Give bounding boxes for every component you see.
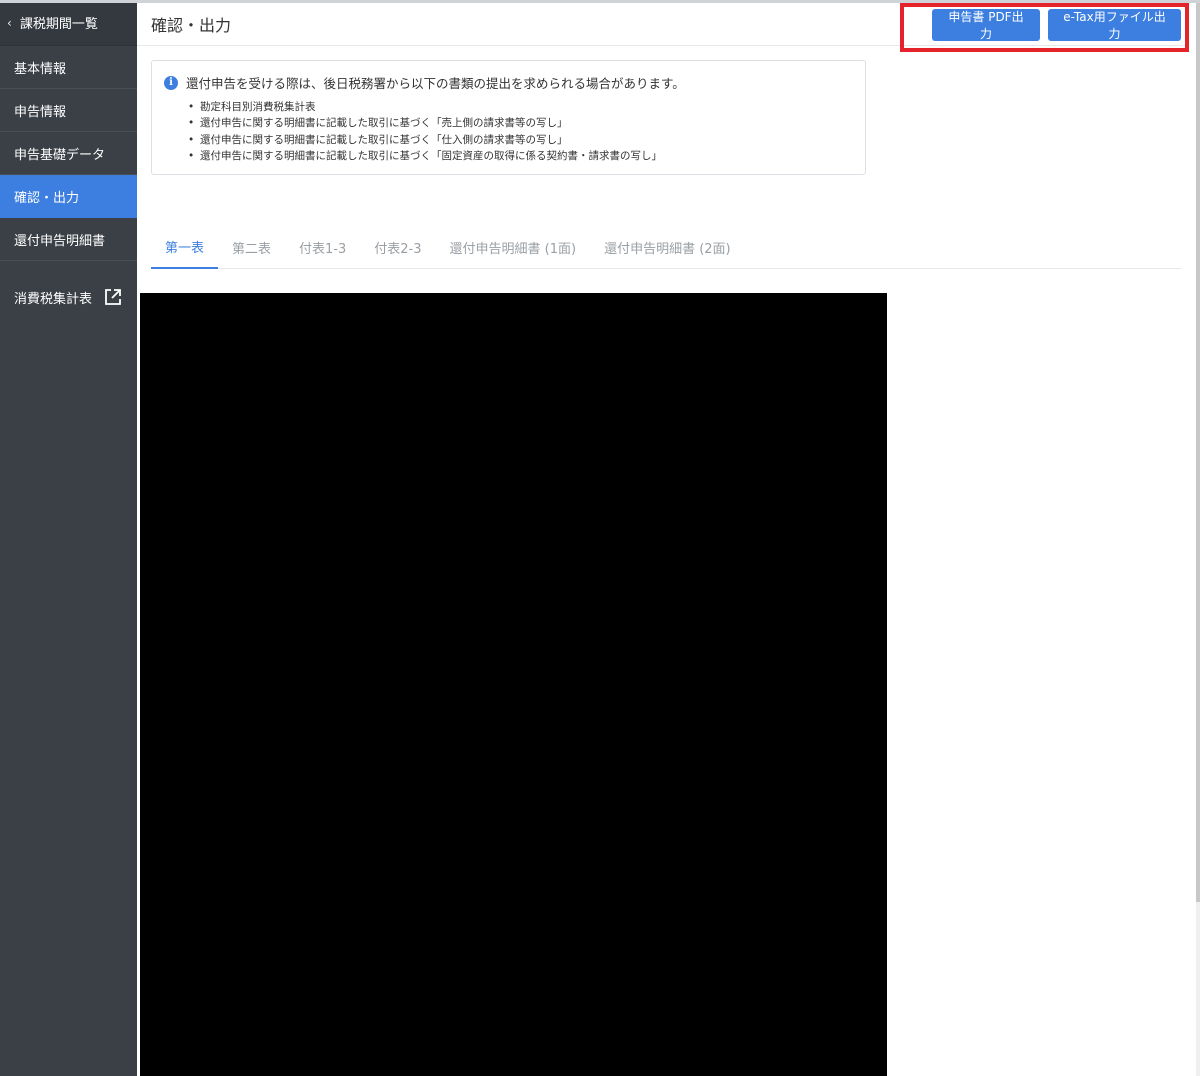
- sidebar-item-label: 確認・出力: [14, 190, 80, 206]
- external-link-icon: [104, 288, 122, 306]
- info-message: 還付申告を受ける際は、後日税務署から以下の書類の提出を求められる場合があります。: [186, 76, 685, 91]
- info-notice-header: i 還付申告を受ける際は、後日税務署から以下の書類の提出を求められる場合がありま…: [164, 73, 685, 92]
- tab-refund-statement-2[interactable]: 還付申告明細書 (2面): [590, 226, 745, 268]
- sidebar-item-basic-info[interactable]: 基本情報: [0, 46, 137, 89]
- sidebar: ‹ 課税期間一覧 基本情報 申告情報 申告基礎データ 確認・出力 還付申告明細書…: [0, 0, 137, 1076]
- page-scrollbar[interactable]: [1196, 0, 1200, 1076]
- chevron-left-icon: ‹: [7, 15, 12, 30]
- main-content: 確認・出力 申告書 PDF出力 e-Tax用ファイル出力 i 還付申告を受ける際…: [137, 0, 1200, 1076]
- list-item: 還付申告に関する明細書に記載した取引に基づく「仕入側の請求書等の写し」: [188, 132, 662, 149]
- sidebar-item-label: 還付申告明細書: [14, 233, 106, 249]
- top-border: [0, 0, 1200, 3]
- sidebar-item-label: 消費税集計表: [14, 291, 93, 307]
- tab-appendix-2-3[interactable]: 付表2-3: [360, 226, 435, 268]
- sidebar-item-filing-info[interactable]: 申告情報: [0, 89, 137, 132]
- sidebar-item-label: 基本情報: [14, 61, 67, 77]
- sidebar-item-label: 申告情報: [14, 104, 67, 120]
- sidebar-item-refund-statement[interactable]: 還付申告明細書: [0, 218, 137, 261]
- sidebar-item-filing-base-data[interactable]: 申告基礎データ: [0, 132, 137, 175]
- tab-refund-statement-1[interactable]: 還付申告明細書 (1面): [436, 226, 591, 268]
- document-preview: [140, 293, 887, 1076]
- page-title: 確認・出力: [151, 16, 232, 35]
- sidebar-back-label: 課税期間一覧: [19, 17, 98, 32]
- sidebar-back-link[interactable]: ‹ 課税期間一覧: [0, 0, 137, 46]
- info-document-list: 勘定科目別消費税集計表 還付申告に関する明細書に記載した取引に基づく「売上側の請…: [188, 99, 662, 164]
- info-icon: i: [164, 75, 178, 90]
- tab-form-2[interactable]: 第二表: [218, 226, 285, 268]
- page-header: 確認・出力 申告書 PDF出力 e-Tax用ファイル出力: [137, 3, 1187, 46]
- pdf-output-button[interactable]: 申告書 PDF出力: [932, 9, 1040, 41]
- list-item: 還付申告に関する明細書に記載した取引に基づく「売上側の請求書等の写し」: [188, 115, 662, 132]
- form-tabs: 第一表 第二表 付表1-3 付表2-3 還付申告明細書 (1面) 還付申告明細書…: [151, 226, 1182, 269]
- tab-form-1[interactable]: 第一表: [151, 226, 219, 269]
- list-item: 還付申告に関する明細書に記載した取引に基づく「固定資産の取得に係る契約書・請求書…: [188, 148, 662, 165]
- sidebar-item-confirm-output[interactable]: 確認・出力: [0, 175, 137, 218]
- scrollbar-thumb[interactable]: [1196, 2, 1200, 902]
- tab-appendix-1-3[interactable]: 付表1-3: [285, 226, 360, 268]
- info-notice: i 還付申告を受ける際は、後日税務署から以下の書類の提出を求められる場合がありま…: [151, 60, 866, 175]
- sidebar-item-label: 申告基礎データ: [14, 147, 106, 163]
- etax-file-output-button[interactable]: e-Tax用ファイル出力: [1048, 9, 1181, 41]
- sidebar-item-tax-summary[interactable]: 消費税集計表: [0, 275, 137, 319]
- list-item: 勘定科目別消費税集計表: [188, 99, 662, 116]
